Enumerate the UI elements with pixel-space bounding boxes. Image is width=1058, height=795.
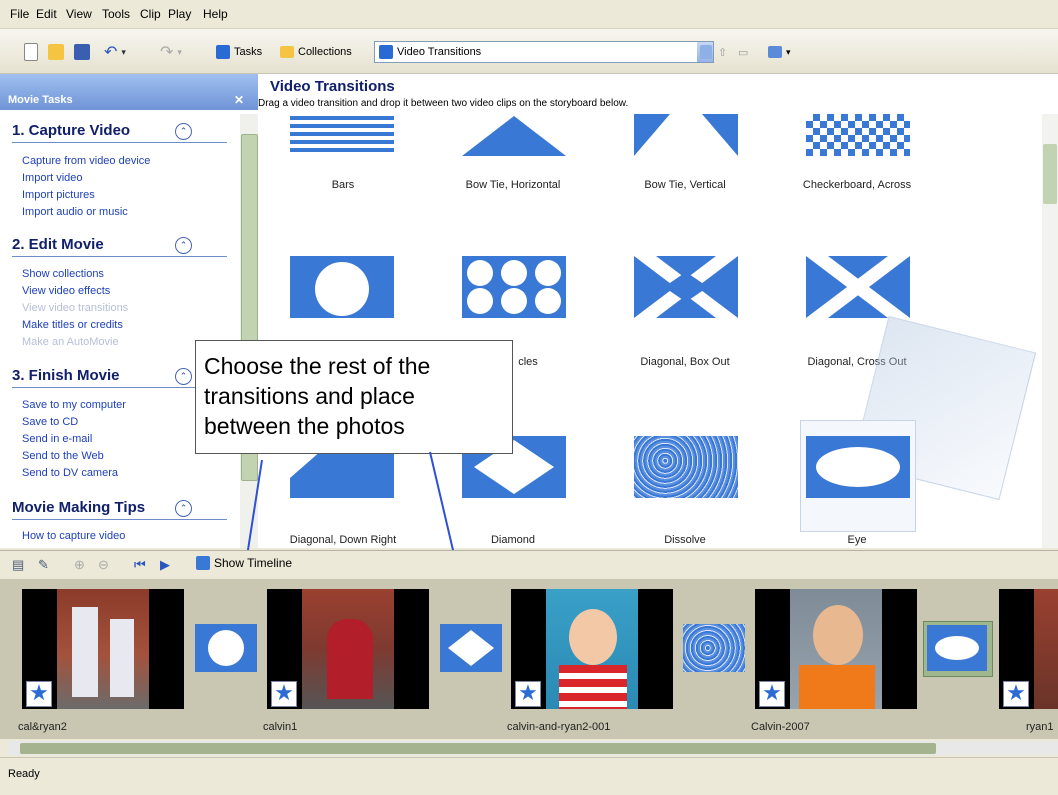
person-figure-icon [72,607,98,697]
face-icon [813,605,863,665]
face-icon [569,609,617,665]
timeline-icon [196,556,210,570]
clip-label: calvin-and-ryan2-001 [507,721,611,733]
shirt-icon [799,665,875,709]
transition-slot-1[interactable] [195,624,257,672]
clip-ryan1[interactable]: ★ [999,589,1058,709]
shirt-icon [559,665,627,709]
clip-calvin1[interactable]: ★ [267,589,429,709]
show-timeline-label: Show Timeline [214,556,293,570]
transition-slot-3[interactable] [683,624,745,672]
clip-label: calvin1 [263,721,298,733]
clip-cal-ryan2[interactable]: ★ [22,589,184,709]
clip-label: ryan1 [1026,721,1054,733]
rewind-icon[interactable]: ⏮ [134,557,146,573]
transition-slot-2[interactable] [440,624,502,672]
clip-calvin-2007[interactable]: ★ [755,589,917,709]
storyboard-scroll-thumb[interactable] [20,743,936,754]
star-icon: ★ [759,681,785,707]
status-text: Ready [8,768,40,780]
diamond-transition-icon [448,630,494,666]
star-icon: ★ [515,681,541,707]
eye-transition-icon [935,636,979,660]
person-figure-icon [327,619,373,699]
star-icon: ★ [26,681,52,707]
storyboard-toolbar: ▤ ✎ ⊕ ⊖ ⏮ ▶ Show Timeline [0,550,1058,579]
circle-transition-icon [208,630,244,666]
storyboard-icon[interactable]: ▤ [12,557,24,573]
clip-photo [57,589,149,709]
storyboard: ★ cal&ryan2 ★ calvin1 ★ calvin-and-ryan2… [0,579,1058,739]
clip-photo [1034,589,1058,709]
show-timeline-button[interactable]: Show Timeline [196,556,292,570]
narrate-icon[interactable]: ✎ [38,557,49,573]
star-icon: ★ [271,681,297,707]
zoom-in-icon[interactable]: ⊕ [74,557,85,573]
star-icon: ★ [1003,681,1029,707]
clip-label: Calvin-2007 [751,721,810,733]
transition-slot-4[interactable] [927,625,987,671]
play-icon[interactable]: ▶ [160,557,170,573]
clip-calvin-and-ryan2-001[interactable]: ★ [511,589,673,709]
zoom-out-icon[interactable]: ⊖ [98,557,109,573]
status-bar: Ready [0,757,1058,795]
person-figure-icon [110,619,134,697]
clip-label: cal&ryan2 [18,721,67,733]
